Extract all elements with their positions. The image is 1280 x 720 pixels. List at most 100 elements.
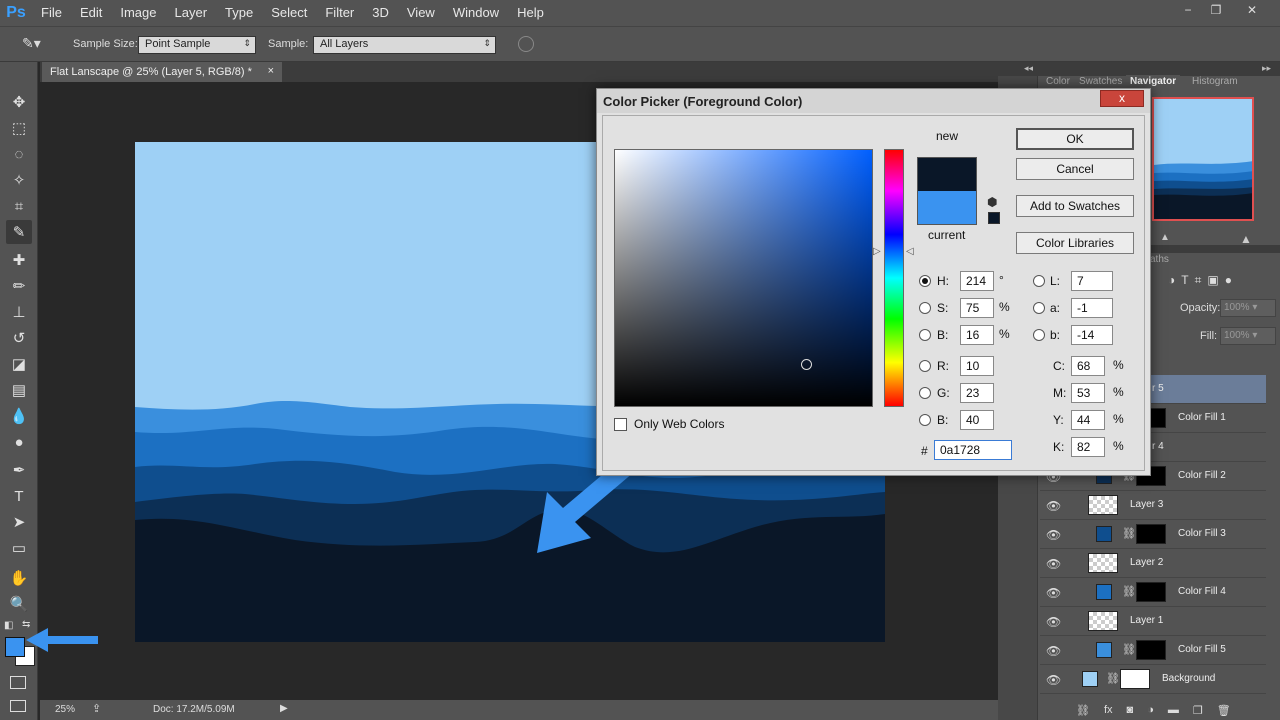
filter-toggle-icon[interactable]: ● [1225,273,1232,287]
layer-row-layer-2[interactable]: 👁 Layer 2 [1040,549,1266,578]
cancel-button[interactable]: Cancel [1016,158,1134,180]
fill-swatch[interactable] [1096,526,1112,542]
fill-swatch[interactable] [1096,584,1112,600]
path-selection-tool-icon[interactable]: ➤ [6,510,32,534]
add-mask-icon[interactable]: ◙ [1127,704,1134,716]
link-icon[interactable]: ⛓ [1106,672,1120,685]
hue-slider-left-handle-icon[interactable]: ▷ [873,246,881,257]
y-input[interactable]: 44 [1071,410,1105,430]
l-input[interactable]: 7 [1071,271,1113,291]
close-window-button[interactable]: ✕ [1230,0,1274,20]
clone-stamp-tool-icon[interactable]: ⊥ [6,300,32,324]
adjustment-layer-icon[interactable]: ◑ [1147,704,1154,716]
eyedropper-preset-icon[interactable]: ✎▾ [22,35,41,52]
share-icon[interactable]: ⇪ [92,702,101,715]
fill-field[interactable]: 100% ▾ [1220,327,1276,345]
history-brush-tool-icon[interactable]: ↺ [6,326,32,350]
hand-tool-icon[interactable]: ✋ [6,566,32,590]
blue-input[interactable]: 40 [960,410,994,430]
eraser-tool-icon[interactable]: ◪ [6,352,32,376]
dialog-close-button[interactable]: x [1100,90,1144,107]
document-tab[interactable]: Flat Lanscape @ 25% (Layer 5, RGB/8) * × [42,62,282,82]
blur-tool-icon[interactable]: 💧 [6,404,32,428]
link-icon[interactable]: ⛓ [1122,527,1136,540]
m-input[interactable]: 53 [1071,383,1105,403]
tab-navigator[interactable]: Navigator [1126,75,1181,89]
menu-help[interactable]: Help [508,0,553,26]
fx-icon[interactable]: fx [1104,704,1113,716]
lasso-tool-icon[interactable]: ◌ [6,142,32,166]
web-safe-swatch[interactable] [988,212,1000,224]
s-input[interactable]: 75 [960,298,994,318]
new-layer-icon[interactable]: ❐ [1193,704,1203,717]
marquee-tool-icon[interactable]: ⬚ [6,116,32,140]
hex-input[interactable]: 0a1728 [934,440,1012,460]
link-icon[interactable]: ⛓ [1122,643,1136,656]
filter-smart-icon[interactable]: ▣ [1207,273,1218,287]
layer-row-color-fill-3[interactable]: 👁 ⛓ Color Fill 3 [1040,520,1266,549]
hue-slider[interactable] [884,149,904,407]
pen-tool-icon[interactable]: ✒ [6,458,32,482]
layer-row-background[interactable]: 👁 ⛓ Background [1040,665,1266,694]
hue-slider-right-handle-icon[interactable]: ◁ [906,246,914,257]
restore-button[interactable]: ❐ [1202,0,1230,20]
collapse-left-icon[interactable]: ◂◂ [1024,63,1033,74]
only-web-colors-checkbox[interactable] [614,418,627,431]
a-input[interactable]: -1 [1071,298,1113,318]
menu-file[interactable]: File [32,0,71,26]
color-field-cursor[interactable] [801,359,812,370]
navigator-preview[interactable] [1152,97,1254,221]
sample-select[interactable]: All Layers ⇕ [313,36,496,54]
radio-g[interactable] [919,387,931,399]
move-tool-icon[interactable]: ✥ [6,90,32,114]
zoom-level[interactable]: 25% [55,704,75,715]
radio-brightness[interactable] [919,329,931,341]
cube-warning-icon[interactable]: ⬢ [987,195,997,209]
layer-row-layer-3[interactable]: 👁 Layer 3 [1040,491,1266,520]
menu-layer[interactable]: Layer [166,0,217,26]
quick-mask-icon[interactable] [10,676,26,689]
radio-b-lab[interactable] [1033,329,1045,341]
tab-histogram[interactable]: Histogram [1192,76,1238,90]
menu-edit[interactable]: Edit [71,0,111,26]
opacity-field[interactable]: 100% ▾ [1220,299,1276,317]
brush-tool-icon[interactable]: ✏ [6,274,32,298]
menu-filter[interactable]: Filter [316,0,363,26]
zoom-out-mountains-icon[interactable]: ▲ [1160,232,1170,243]
ok-button[interactable]: OK [1016,128,1134,150]
link-layers-icon[interactable]: ⛓ [1076,704,1090,717]
layer-row-color-fill-5[interactable]: 👁 ⛓ Color Fill 5 [1040,636,1266,665]
healing-brush-tool-icon[interactable]: ✚ [6,248,32,272]
menu-3d[interactable]: 3D [363,0,398,26]
quick-selection-tool-icon[interactable]: ✧ [6,168,32,192]
gradient-tool-icon[interactable]: ▤ [6,378,32,402]
filter-shape-icon[interactable]: ⌗ [1195,273,1202,288]
color-field[interactable] [614,149,873,407]
menu-window[interactable]: Window [444,0,508,26]
default-colors-icon[interactable]: ◧ [4,620,13,631]
eyedropper-tool-icon[interactable]: ✎ [6,220,32,244]
brightness-input[interactable]: 16 [960,325,994,345]
color-libraries-button[interactable]: Color Libraries [1016,232,1134,254]
rectangle-tool-icon[interactable]: ▭ [6,536,32,560]
add-to-swatches-button[interactable]: Add to Swatches [1016,195,1134,217]
eye-icon[interactable]: 👁 [1046,615,1061,629]
menu-image[interactable]: Image [111,0,165,26]
tab-paths[interactable]: aths [1150,254,1169,265]
fill-swatch[interactable] [1082,671,1098,687]
layer-row-color-fill-4[interactable]: 👁 ⛓ Color Fill 4 [1040,578,1266,607]
b-lab-input[interactable]: -14 [1071,325,1113,345]
k-input[interactable]: 82 [1071,437,1105,457]
layer-row-layer-1[interactable]: 👁 Layer 1 [1040,607,1266,636]
r-input[interactable]: 10 [960,356,994,376]
h-input[interactable]: 214 [960,271,994,291]
zoom-in-mountains-icon[interactable]: ▲ [1240,232,1252,246]
radio-a[interactable] [1033,302,1045,314]
sample-size-select[interactable]: Point Sample ⇕ [138,36,256,54]
eye-icon[interactable]: 👁 [1046,499,1061,513]
fill-swatch[interactable] [1096,642,1112,658]
link-icon[interactable]: ⛓ [1122,585,1136,598]
radio-s[interactable] [919,302,931,314]
menu-view[interactable]: View [398,0,444,26]
minimize-button[interactable]: − [1174,0,1202,20]
